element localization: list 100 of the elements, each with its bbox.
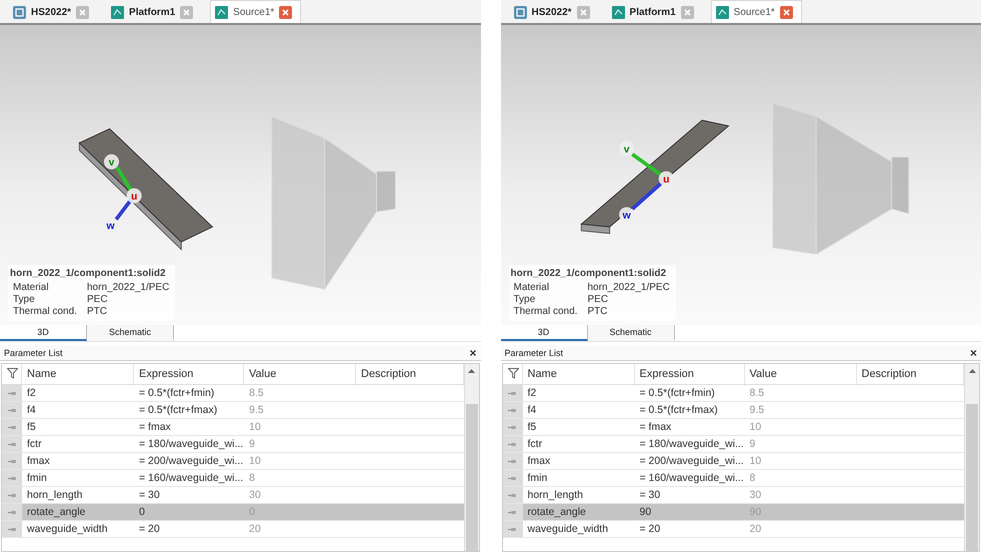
name-cell-text: fmax: [26, 454, 51, 469]
parameter-row[interactable]: fmin = 160/waveguide_wi... 8: [502, 470, 964, 487]
part-icon: [215, 6, 228, 18]
3d-viewport[interactable]: u v w horn_2022_1/component1:solid2 Material horn_2022_1/PEC Type PEC Thermal cond. PTC: [500, 25, 981, 325]
value-cell-text: 20: [748, 522, 762, 537]
view-tab[interactable]: Schematic: [87, 325, 174, 341]
name-cell-text: f5: [526, 420, 538, 435]
assembly-icon: [514, 6, 526, 18]
expression-cell-text: = 160/waveguide_wi...: [638, 471, 744, 486]
axis-label-marker: v: [618, 141, 634, 156]
property-value: PTC: [87, 306, 108, 317]
panel-title: Parameter List: [504, 348, 564, 358]
close-icon: [183, 8, 190, 16]
parameter-row[interactable]: horn_length = 30 30: [502, 487, 964, 504]
name-cell-text: horn_length: [26, 488, 84, 503]
parameter-row[interactable]: fmax = 200/waveguide_wi... 10: [502, 453, 964, 470]
value-cell-text: 8.5: [248, 386, 265, 401]
object-title: horn_2022_1/component1:solid2: [10, 268, 167, 279]
panel-title: Parameter List: [4, 348, 63, 358]
expression-cell-text: = 20: [638, 522, 662, 537]
axis-label-marker: u: [126, 188, 142, 204]
parameter-row[interactable]: horn_length = 30 30: [2, 487, 464, 504]
scroll-up-icon[interactable]: [468, 369, 475, 373]
value-cell-text: 10: [748, 454, 762, 469]
expression-cell-text: = fmax: [638, 420, 672, 435]
axis-label-marker: u: [658, 171, 674, 186]
row-handle-icon: [8, 408, 16, 412]
expression-cell-text: = 0.5*(fctr+fmax): [638, 403, 719, 418]
row-handle-icon: [508, 458, 517, 464]
row-handle-icon: [508, 390, 517, 396]
object-title: horn_2022_1/component1:solid2: [510, 268, 668, 279]
name-cell-text: fmax: [526, 454, 552, 469]
parameter-row[interactable]: waveguide_width = 20 20: [2, 521, 464, 538]
axis-label-marker: v: [104, 154, 120, 170]
parameter-row[interactable]: waveguide_width = 20 20: [502, 521, 964, 538]
name-cell-text: f4: [526, 403, 538, 418]
axis-label-marker: w: [102, 217, 118, 233]
name-cell-text: fctr: [526, 437, 544, 452]
view-tab[interactable]: 3D: [500, 325, 588, 341]
close-button[interactable]: [76, 6, 90, 18]
property-label: Material: [514, 282, 550, 293]
part-icon: [612, 6, 625, 18]
name-cell: rotate_angle: [522, 504, 634, 520]
name-cell-text: fmin: [26, 471, 48, 486]
view-tab[interactable]: 3D: [0, 325, 87, 341]
expression-cell-text: = 30: [138, 488, 161, 503]
property-value: PEC: [87, 294, 109, 305]
parameter-row[interactable]: f4 = 0.5*(fctr+fmax) 9.5: [502, 402, 964, 419]
value-cell-text: 9: [248, 437, 256, 452]
parameter-row[interactable]: f4 = 0.5*(fctr+fmax) 9.5: [2, 402, 464, 419]
parameter-row[interactable]: f2 = 0.5*(fctr+fmin) 8.5: [502, 385, 964, 402]
value-cell-text: 9.5: [748, 403, 766, 418]
scrollbar[interactable]: [964, 364, 979, 551]
close-button[interactable]: ×: [970, 346, 977, 358]
scrollbar[interactable]: [464, 364, 478, 551]
close-button[interactable]: ×: [469, 346, 476, 358]
filter-icon[interactable]: [7, 368, 18, 379]
document-tab[interactable]: Platform1: [106, 0, 202, 23]
row-handle-icon: [508, 526, 517, 532]
row-handle-icon: [508, 424, 517, 430]
parameter-row[interactable]: fmin = 160/waveguide_wi... 8: [2, 470, 464, 487]
close-button[interactable]: [279, 6, 292, 18]
property-label: Type: [514, 294, 536, 305]
value-cell-text: 9.5: [248, 403, 265, 418]
document-tab[interactable]: HS2022*: [508, 0, 599, 23]
expression-cell-text: = fmax: [138, 420, 172, 435]
assembly-icon: [13, 6, 26, 18]
close-button[interactable]: [780, 6, 793, 18]
parameter-row[interactable]: f5 = fmax 10: [502, 419, 964, 436]
filter-icon[interactable]: [508, 368, 518, 379]
expression-cell-text: = 0.5*(fctr+fmin): [138, 386, 216, 401]
parameter-row[interactable]: fctr = 180/waveguide_wi... 9: [502, 436, 964, 453]
parameter-row[interactable]: f2 = 0.5*(fctr+fmin) 8.5: [2, 385, 464, 402]
name-cell-text: f4: [26, 403, 37, 418]
document-tab[interactable]: Platform1: [606, 0, 703, 23]
expression-cell-text: = 200/waveguide_wi...: [638, 454, 744, 469]
scroll-up-icon[interactable]: [968, 369, 976, 373]
value-cell-text: 8: [248, 471, 256, 486]
name-cell-text: fmin: [526, 471, 548, 486]
close-button[interactable]: [680, 6, 694, 18]
document-tab[interactable]: HS2022*: [8, 0, 98, 23]
document-tab[interactable]: Source1*: [210, 0, 302, 23]
3d-viewport[interactable]: u v w horn_2022_1/component1:solid2 Material horn_2022_1/PEC Type PEC Thermal cond. PTC: [0, 25, 480, 325]
parameter-row[interactable]: f5 = fmax 10: [2, 419, 464, 436]
row-handle-icon: [8, 476, 16, 480]
close-icon: [580, 8, 587, 16]
document-tab[interactable]: Source1*: [710, 0, 802, 23]
close-icon: [782, 8, 790, 16]
row-handle-icon: [8, 526, 16, 532]
name-cell-text: f2: [526, 386, 538, 401]
expression-cell-text: = 180/waveguide_wi...: [638, 437, 744, 452]
parameter-row[interactable]: fmax = 200/waveguide_wi... 10: [2, 453, 464, 470]
value-cell-text: 30: [748, 488, 762, 503]
value-cell-text: 20: [248, 522, 262, 537]
close-button[interactable]: [576, 6, 590, 18]
row-handle-icon: [8, 492, 16, 498]
close-icon: [684, 8, 691, 16]
close-button[interactable]: [180, 6, 194, 18]
view-tab[interactable]: Schematic: [588, 325, 674, 341]
parameter-row[interactable]: fctr = 180/waveguide_wi... 9: [2, 436, 464, 453]
